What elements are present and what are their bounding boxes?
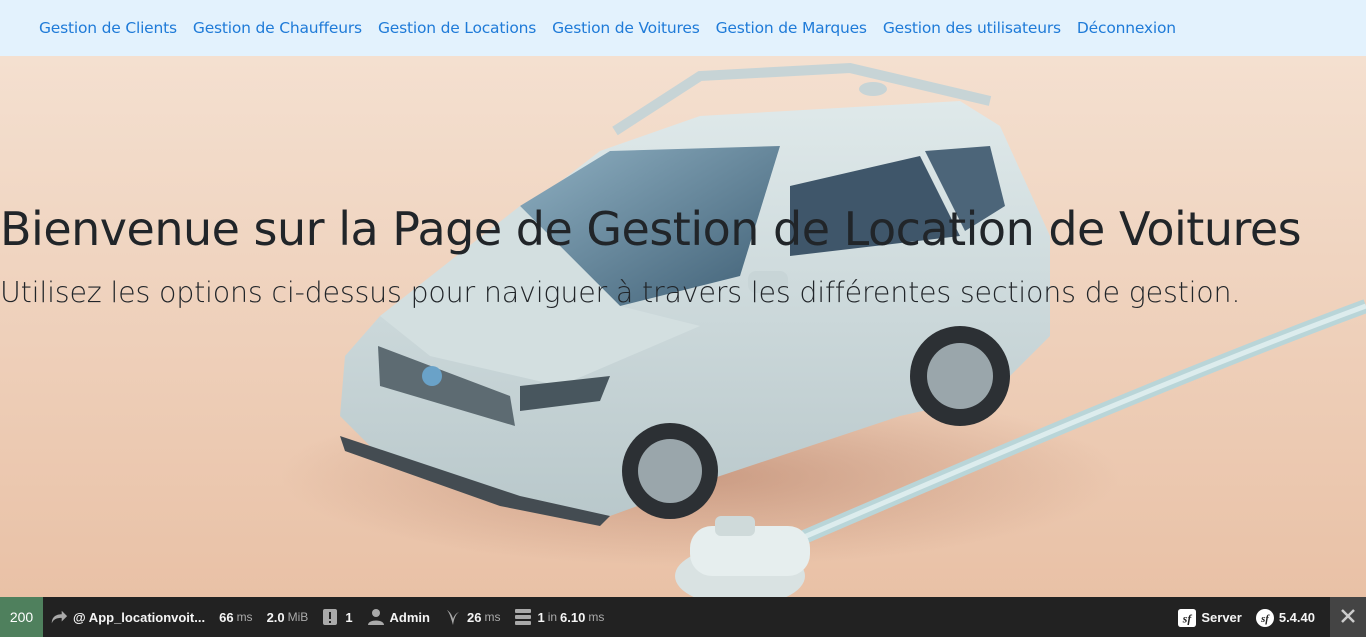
nav-link-clients[interactable]: Gestion de Clients	[31, 19, 185, 37]
redirect-arrow-icon	[50, 608, 68, 626]
hero-car-illustration	[0, 56, 1366, 597]
memory-unit: MiB	[287, 610, 309, 624]
logs-block[interactable]: 1	[315, 597, 359, 637]
route-block[interactable]: @ App_locationvoit...	[43, 597, 212, 637]
db-unit: ms	[588, 610, 605, 624]
toolbar-right: sf Server sf 5.4.40	[1171, 597, 1366, 637]
twig-icon	[444, 608, 462, 626]
twig-unit: ms	[484, 610, 501, 624]
hero-title: Bienvenue sur la Page de Gestion de Loca…	[0, 202, 1302, 256]
hero-subtitle: Utilisez les options ci-dessus pour navi…	[0, 276, 1241, 309]
db-time: 6.10	[560, 609, 586, 625]
memory-value: 2.0	[266, 609, 285, 625]
symfony-server-icon: sf	[1178, 608, 1197, 627]
time-unit: ms	[236, 610, 253, 624]
symfony-version: 5.4.40	[1278, 609, 1315, 625]
time-value: 66	[219, 609, 234, 625]
user-icon	[367, 608, 385, 626]
logs-count: 1	[345, 609, 353, 625]
memory-block[interactable]: 2.0 MiB	[260, 597, 316, 637]
nav-link-deconnexion[interactable]: Déconnexion	[1069, 19, 1184, 37]
hero-section: Bienvenue sur la Page de Gestion de Loca…	[0, 56, 1366, 597]
svg-text:sf: sf	[1182, 613, 1193, 626]
main-navbar: Gestion de Clients Gestion de Chauffeurs…	[0, 0, 1366, 56]
nav-link-voitures[interactable]: Gestion de Voitures	[544, 19, 707, 37]
status-code-badge[interactable]: 200	[0, 597, 43, 637]
nav-link-marques[interactable]: Gestion de Marques	[708, 19, 875, 37]
twig-value: 26	[467, 609, 482, 625]
symfony-logo-icon: sf	[1255, 608, 1274, 627]
database-icon	[514, 608, 532, 626]
nav-link-locations[interactable]: Gestion de Locations	[370, 19, 544, 37]
server-block[interactable]: sf Server	[1171, 597, 1248, 637]
server-label: Server	[1201, 609, 1242, 625]
nav-link-utilisateurs[interactable]: Gestion des utilisateurs	[875, 19, 1069, 37]
database-block[interactable]: 1 in 6.10 ms	[507, 597, 611, 637]
symfony-debug-toolbar: 200 @ App_locationvoit... 66 ms 2.0 MiB …	[0, 597, 1366, 637]
twig-block[interactable]: 26 ms	[437, 597, 507, 637]
close-icon	[1340, 608, 1356, 627]
nav-link-chauffeurs[interactable]: Gestion de Chauffeurs	[185, 19, 370, 37]
route-name: @ App_locationvoit...	[73, 609, 206, 625]
time-block[interactable]: 66 ms	[212, 597, 259, 637]
warning-icon	[322, 608, 340, 626]
user-name: Admin	[389, 609, 430, 625]
db-in-label: in	[547, 610, 558, 624]
svg-text:sf: sf	[1260, 613, 1270, 625]
user-block[interactable]: Admin	[360, 597, 437, 637]
close-toolbar-button[interactable]	[1330, 597, 1366, 637]
db-queries: 1	[537, 609, 545, 625]
symfony-version-block[interactable]: sf 5.4.40	[1249, 597, 1322, 637]
